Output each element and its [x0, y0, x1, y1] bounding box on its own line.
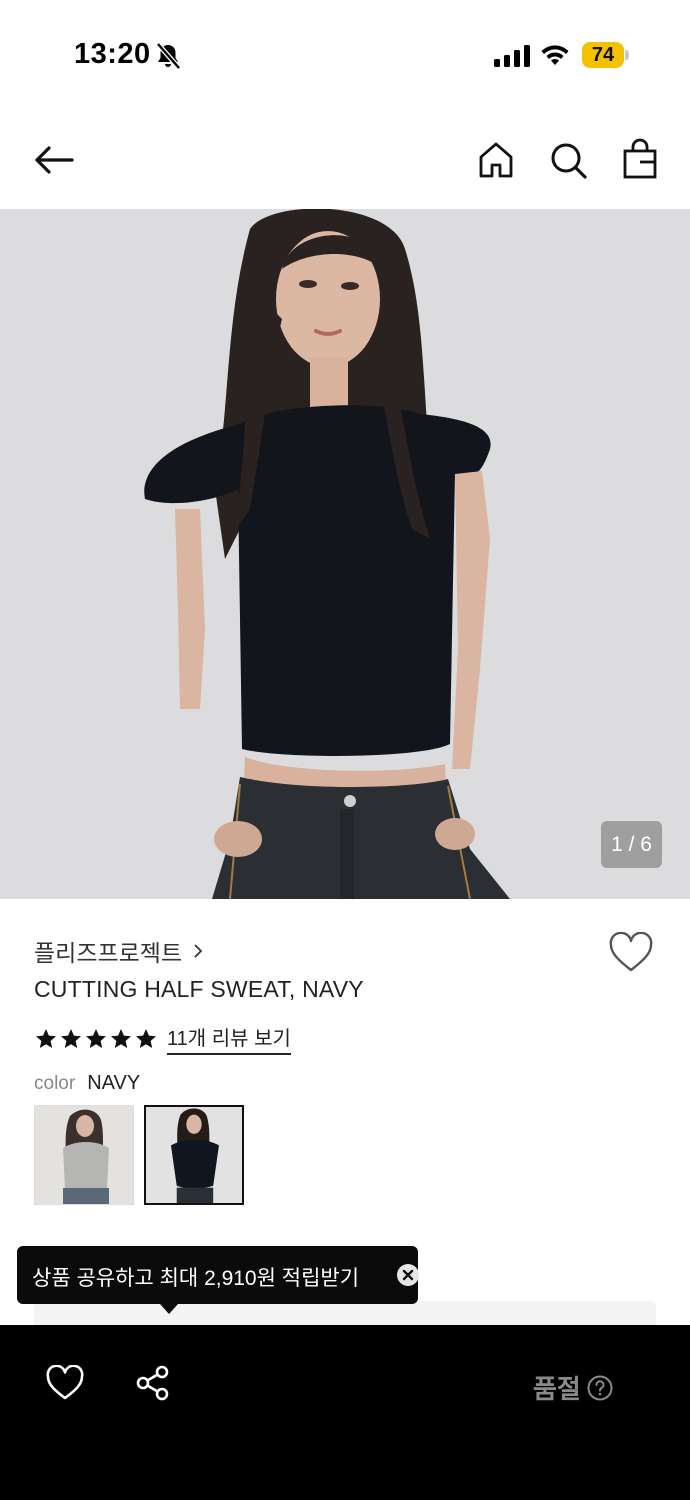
star-rating — [34, 1027, 159, 1051]
battery-level: 74 — [591, 44, 615, 66]
close-icon[interactable] — [397, 1264, 419, 1286]
search-icon[interactable] — [546, 138, 590, 182]
star-icon — [136, 1028, 156, 1048]
wishlist-heart-icon[interactable] — [608, 932, 654, 974]
rating-row: 11개 리뷰 보기 — [34, 1022, 291, 1055]
bottom-action-bar: 품절 — [0, 1325, 690, 1500]
swatch-thumbnail — [35, 1106, 133, 1204]
home-icon[interactable] — [474, 138, 518, 182]
swatch-thumbnail — [146, 1107, 242, 1203]
color-row: color NAVY — [34, 1072, 140, 1095]
product-image[interactable]: 1 / 6 — [0, 209, 690, 899]
star-icon — [36, 1028, 56, 1048]
top-navigation — [0, 110, 690, 210]
arrow-left-icon[interactable] — [32, 138, 76, 182]
star-icon — [61, 1028, 81, 1048]
product-photo — [0, 209, 690, 899]
star-icon — [111, 1028, 131, 1048]
brand-name: 플리즈프로젝트 — [34, 940, 183, 966]
chevron-right-icon — [194, 944, 203, 958]
battery-icon: 74 — [582, 42, 629, 68]
sold-out-status: 품절 — [533, 1369, 613, 1406]
status-time: 13:20 — [74, 38, 151, 70]
status-bar: 13:20 74 — [0, 0, 690, 110]
review-link[interactable]: 11개 리뷰 보기 — [167, 1022, 291, 1055]
wifi-icon — [541, 45, 569, 65]
share-icon[interactable] — [135, 1365, 171, 1401]
color-swatch-navy[interactable] — [144, 1105, 244, 1205]
color-label: color — [34, 1073, 76, 1094]
heart-icon[interactable] — [46, 1365, 84, 1401]
bell-off-icon — [156, 42, 181, 70]
tooltip-arrow — [160, 1304, 178, 1314]
sold-out-label: 품절 — [533, 1374, 581, 1404]
tooltip-text: 상품 공유하고 최대 2,910원 적립받기 — [32, 1267, 360, 1290]
share-reward-tooltip: 상품 공유하고 최대 2,910원 적립받기 — [17, 1246, 419, 1314]
brand-link[interactable]: 플리즈프로젝트 — [34, 934, 204, 968]
color-value: NAVY — [87, 1072, 141, 1094]
image-counter: 1 / 6 — [601, 821, 662, 868]
color-swatches — [34, 1105, 254, 1205]
shopping-bag-icon[interactable] — [618, 138, 662, 182]
signal-icon — [494, 45, 530, 67]
color-swatch-grey[interactable] — [34, 1105, 134, 1205]
help-circle-icon[interactable] — [587, 1375, 613, 1401]
product-title: CUTTING HALF SWEAT, NAVY — [34, 976, 364, 1002]
star-icon — [86, 1028, 106, 1048]
